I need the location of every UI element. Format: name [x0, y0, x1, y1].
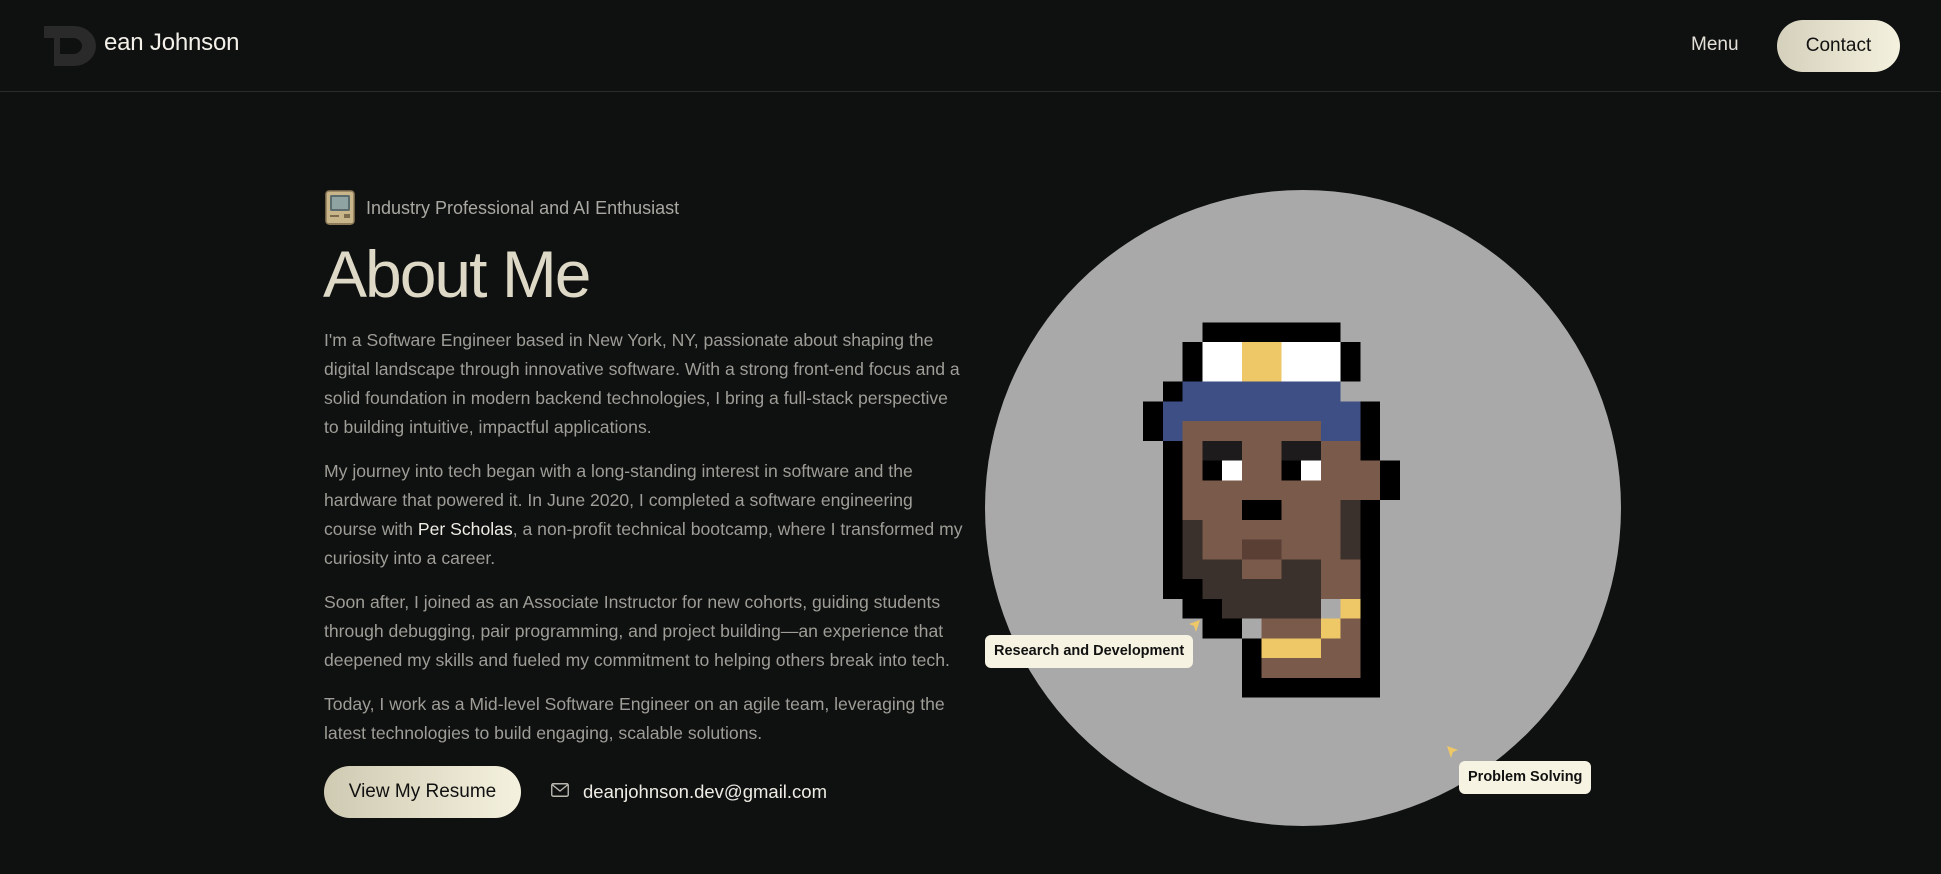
nose [1241, 500, 1282, 520]
bio-paragraph-2: My journey into tech began with a long-s… [324, 457, 964, 573]
left-eye [1202, 460, 1222, 481]
cap-outline [1202, 322, 1341, 343]
problem-solving-badge: Problem Solving [1459, 761, 1592, 794]
cursor-arrow-icon [1447, 746, 1458, 758]
page-title: About Me [323, 237, 591, 311]
bio-paragraph-4: Today, I work as a Mid-level Software En… [324, 694, 945, 743]
retro-computer-icon [325, 190, 355, 225]
research-development-badge: Research and Development [985, 635, 1194, 668]
brand-name[interactable]: ean Johnson [104, 29, 239, 57]
menu-link[interactable]: Menu [1691, 34, 1739, 56]
mouth [1241, 539, 1282, 560]
left-brow [1202, 440, 1242, 461]
bio-paragraph-1: I'm a Software Engineer based in New Yor… [324, 330, 960, 437]
tagline-row: Industry Professional and AI Enthusiast [324, 190, 679, 226]
cap-gold-stripe [1241, 342, 1282, 382]
envelope-icon [551, 783, 569, 797]
per-scholas-link[interactable]: Per Scholas [418, 519, 513, 539]
beard [1202, 559, 1242, 580]
right-brow [1281, 440, 1321, 461]
logo-d-icon[interactable] [44, 26, 96, 66]
site-header: ean Johnson Menu Contact [0, 0, 1941, 92]
bio-section: I'm a Software Engineer based in New Yor… [324, 326, 964, 763]
cursor-arrow-icon [1189, 620, 1200, 632]
view-resume-button[interactable]: View My Resume [324, 766, 521, 818]
contact-button[interactable]: Contact [1777, 20, 1900, 72]
bio-paragraph-3: Soon after, I joined as an Associate Ins… [324, 592, 950, 670]
right-eye [1281, 460, 1301, 481]
cap-band [1182, 381, 1341, 402]
gold-chain [1340, 598, 1361, 619]
tagline: Industry Professional and AI Enthusiast [366, 197, 680, 218]
email-link[interactable]: deanjohnson.dev@gmail.com [583, 781, 827, 803]
pixel-avatar [1143, 322, 1400, 698]
